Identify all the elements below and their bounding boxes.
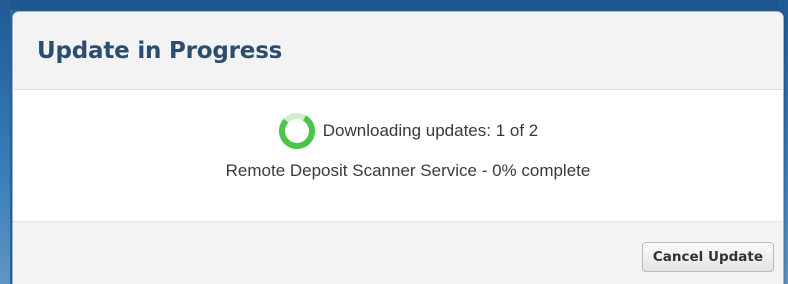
loading-spinner-icon	[278, 113, 315, 149]
dialog-header: Update in Progress	[13, 12, 783, 90]
cancel-update-button[interactable]: Cancel Update	[641, 242, 774, 272]
status-line: Downloading updates: 1 of 2	[13, 112, 783, 150]
window-backdrop-left	[0, 0, 10, 284]
download-detail-text: Remote Deposit Scanner Service - 0% comp…	[225, 161, 591, 180]
window-backdrop-top	[0, 0, 788, 10]
dialog-title: Update in Progress	[37, 37, 283, 64]
dialog-body: Downloading updates: 1 of 2 Remote Depos…	[13, 90, 783, 221]
update-dialog: Update in Progress Downloading updates: …	[12, 11, 784, 284]
dialog-footer: Cancel Update	[13, 221, 783, 284]
download-status-text: Downloading updates: 1 of 2	[322, 121, 539, 140]
